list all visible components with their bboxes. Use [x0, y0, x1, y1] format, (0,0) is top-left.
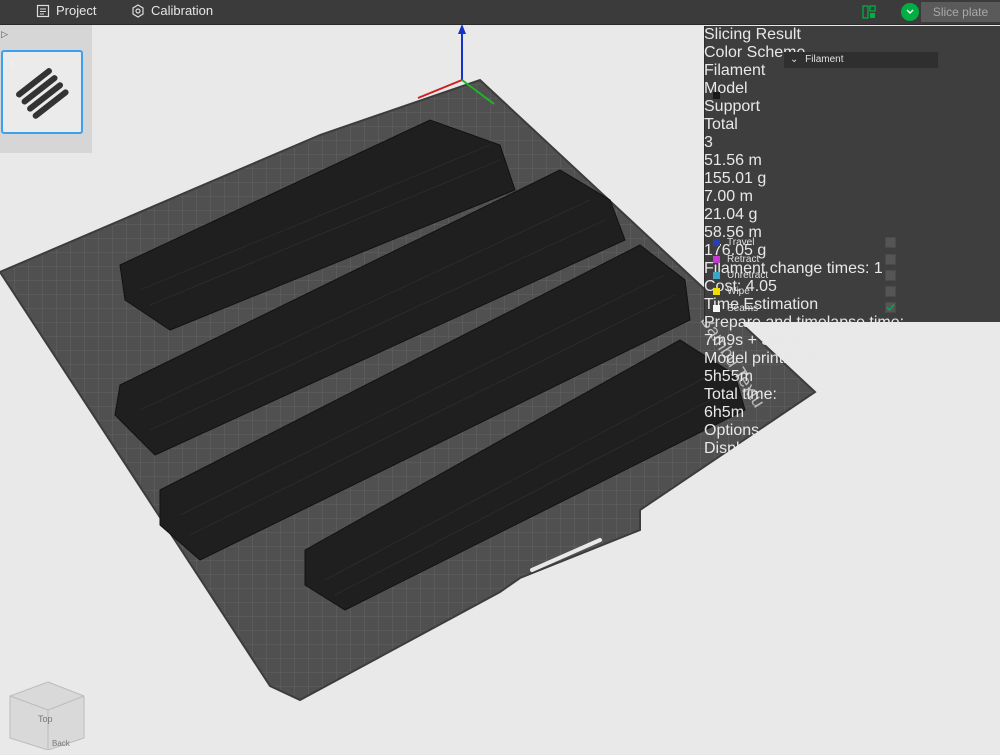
total-time-value: 6h5m: [704, 404, 745, 421]
unretract-checkbox[interactable]: [885, 270, 896, 281]
model-time-label: Model printing time:: [704, 350, 844, 367]
travel-label: Travel: [727, 237, 755, 248]
travel-swatch: [713, 239, 720, 246]
travel-checkbox[interactable]: [885, 237, 896, 248]
panel-title: Slicing Result: [704, 26, 801, 43]
seams-label: Seams: [727, 303, 759, 314]
unretract-label: Unretract: [727, 270, 769, 281]
retract-swatch: [713, 256, 720, 263]
slice-dropdown-toggle[interactable]: [901, 3, 919, 21]
wipe-label: Wipe: [727, 286, 750, 297]
model-length: 51.56 m: [704, 152, 762, 169]
checkmark-icon: [886, 304, 895, 312]
seams-checkbox[interactable]: [885, 302, 896, 313]
model-time-value: 5h55m: [704, 368, 753, 385]
slice-plate-button[interactable]: Slice plate: [921, 2, 1000, 22]
cube-top-label: Top: [38, 714, 53, 724]
retract-checkbox[interactable]: [885, 254, 896, 265]
color-scheme-dropdown[interactable]: ⌄ Filament: [784, 52, 938, 68]
model-weight: 155.01 g: [704, 170, 767, 187]
header-support: Support: [704, 98, 761, 115]
prepare-time-label: Prepare and timelapse time:: [704, 314, 905, 331]
chevron-down-icon: [906, 9, 914, 14]
options-header: Options: [704, 422, 760, 439]
wipe-checkbox[interactable]: [885, 286, 896, 297]
layout-icon[interactable]: [862, 5, 876, 19]
support-length: 7.00 m: [704, 188, 753, 205]
filament-swatch: [713, 92, 720, 99]
project-label: Project: [56, 3, 97, 18]
unretract-swatch: [713, 272, 720, 279]
view-cube[interactable]: Top Back: [8, 680, 88, 755]
header-model: Model: [704, 80, 748, 97]
support-weight: 21.04 g: [704, 206, 758, 223]
view-cube-icon: Top Back: [9, 681, 85, 751]
document-icon: [36, 4, 50, 17]
header-total: Total: [704, 116, 738, 133]
retract-label: Retract: [727, 254, 760, 265]
total-time-label: Total time:: [704, 386, 777, 403]
display-header: Display: [704, 440, 757, 457]
filament-id: 3: [704, 134, 713, 151]
cube-back-label: Back: [52, 739, 71, 748]
seams-swatch: [713, 305, 720, 312]
gear-icon: [132, 3, 144, 18]
prepare-time-value: 7m9s + 3m2s: [704, 332, 801, 349]
wipe-swatch: [713, 288, 720, 295]
project-tab[interactable]: Project: [36, 3, 96, 18]
color-scheme-value: Filament: [805, 54, 844, 65]
calibration-tab[interactable]: Calibration: [131, 3, 213, 18]
calibration-label: Calibration: [151, 3, 214, 18]
top-toolbar: Project Calibration Slice plate: [0, 0, 1000, 25]
chevron-down-icon: ⌄: [790, 54, 799, 65]
